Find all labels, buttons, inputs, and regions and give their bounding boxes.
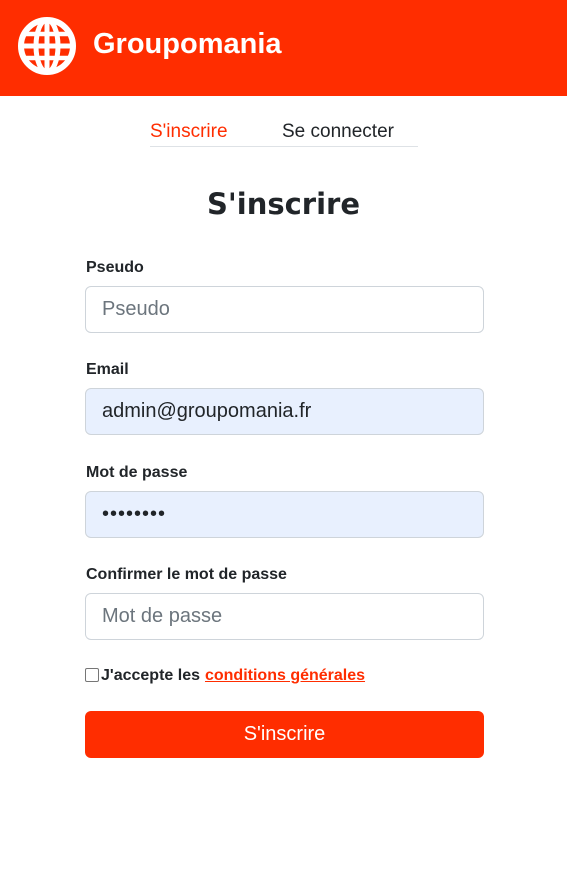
email-input[interactable] — [85, 388, 484, 435]
brand-name[interactable]: Groupomania — [93, 27, 282, 61]
signup-button[interactable]: S'inscrire — [85, 711, 484, 758]
terms-link[interactable]: conditions générales — [205, 667, 365, 685]
pseudo-input[interactable] — [85, 286, 484, 333]
confirm-password-input[interactable] — [85, 593, 484, 640]
auth-tabs: S'inscrire Se connecter — [150, 118, 418, 147]
confirm-password-label: Confirmer le mot de passe — [86, 566, 287, 583]
terms-text: J'accepte les — [101, 667, 200, 684]
tab-login[interactable]: Se connecter — [282, 120, 394, 144]
terms-row: J'accepte les conditions générales — [85, 666, 365, 686]
password-label: Mot de passe — [86, 464, 188, 481]
terms-checkbox[interactable] — [85, 668, 99, 682]
password-input[interactable] — [85, 491, 484, 538]
globe-icon[interactable] — [17, 16, 77, 76]
tab-signup[interactable]: S'inscrire — [150, 120, 228, 144]
pseudo-label: Pseudo — [86, 259, 144, 276]
app-header: Groupomania — [0, 0, 567, 96]
email-label: Email — [86, 361, 129, 378]
page-title: S'inscrire — [206, 187, 360, 221]
